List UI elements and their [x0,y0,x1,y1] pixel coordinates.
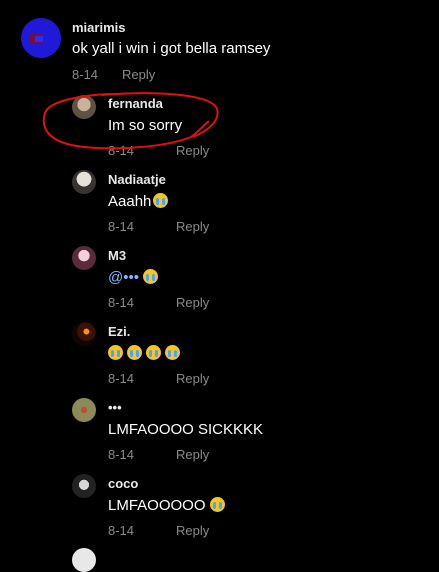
reply-meta: 8-14 Reply [108,143,209,158]
reply-text: @••• [108,269,162,286]
reply-date: 8-14 [108,371,135,386]
comment-text: ok yall i win i got bella ramsey [72,40,271,57]
mention-link[interactable]: @••• [108,269,139,286]
reply-button[interactable]: Reply [122,67,155,82]
comment-meta: 8-14 Reply [72,67,155,82]
reply-text: Im so sorry [108,117,183,134]
avatar-miarimis[interactable] [21,18,61,58]
crying-emoji-icon [165,345,180,360]
avatar-pattern [35,36,43,42]
avatar-m3[interactable] [72,246,96,270]
reply-date: 8-14 [108,219,135,234]
reply-text [108,345,184,362]
reply-button[interactable]: Reply [176,219,209,234]
avatar-fernanda[interactable] [72,95,96,119]
username-nadiaatje[interactable]: Nadiaatje [108,172,166,187]
reply-button[interactable]: Reply [176,447,209,462]
reply-meta: 8-14 Reply [108,295,209,310]
reply-button[interactable]: Reply [176,371,209,386]
avatar-next[interactable] [72,548,96,572]
reply-text: Aaahh [108,193,172,210]
crying-emoji-icon [153,193,169,208]
username-m3[interactable]: M3 [108,248,126,263]
crying-emoji-icon [146,345,161,360]
username-fernanda[interactable]: fernanda [108,96,163,111]
reply-date: 8-14 [108,523,135,538]
crying-emoji-icon [209,497,225,512]
reply-button[interactable]: Reply [176,143,209,158]
avatar-user[interactable] [72,398,96,422]
avatar-nadiaatje[interactable] [72,170,96,194]
reply-button[interactable]: Reply [176,295,209,310]
avatar-ezi[interactable] [72,322,96,346]
crying-emoji-icon [108,345,123,360]
reply-date: 8-14 [108,295,135,310]
crying-emoji-icon [127,345,142,360]
reply-date: 8-14 [108,143,135,158]
reply-meta: 8-14 Reply [108,219,209,234]
username-hidden[interactable]: ••• [108,400,122,415]
reply-date: 8-14 [108,447,135,462]
reply-button[interactable]: Reply [176,523,209,538]
username-ezi[interactable]: Ezi. [108,324,130,339]
reply-meta: 8-14 Reply [108,523,209,538]
username-miarimis[interactable]: miarimis [72,20,125,35]
reply-meta: 8-14 Reply [108,447,209,462]
username-coco[interactable]: coco [108,476,138,491]
reply-text: LMFAOOOO SICKKKK [108,421,264,438]
avatar-coco[interactable] [72,474,96,498]
reply-meta: 8-14 Reply [108,371,209,386]
reply-text: LMFAOOOOO [108,497,229,514]
crying-emoji-icon [143,269,159,284]
comment-date: 8-14 [72,67,99,82]
